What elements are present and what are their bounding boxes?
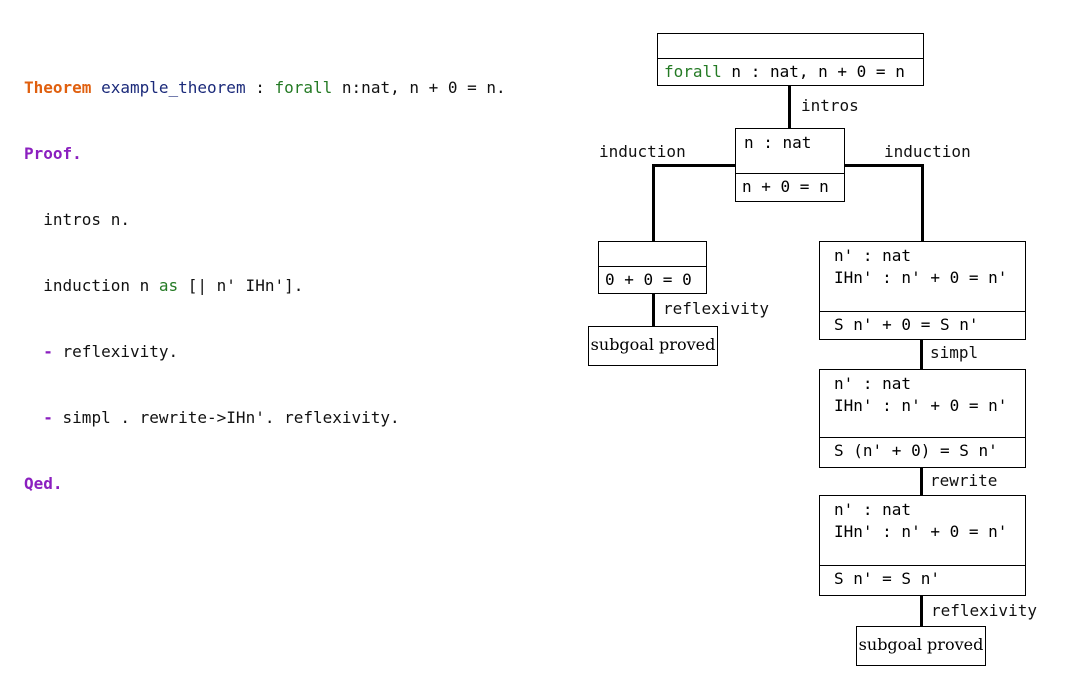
goal-node-step-3: n' : nat IHn' : n' + 0 = n' S n' = S n' [819, 495, 1026, 596]
node-hypotheses: n' : nat IHn' : n' + 0 = n' [820, 370, 1025, 438]
bullet-refl-text: reflexivity. [52, 342, 179, 361]
edge-root-n1 [788, 85, 791, 129]
theorem-keyword: Theorem [24, 78, 92, 97]
tactic-label-induction-left: induction [599, 142, 686, 161]
proof-script: Theorem example_theorem : forall n:nat, … [24, 33, 506, 517]
tactic-label-intros: intros [801, 96, 859, 115]
tactic-label-simpl: simpl [930, 343, 979, 362]
bullet-marker: - [24, 342, 53, 361]
induction-text: induction n [24, 276, 159, 295]
node-goal: forall n : nat, n + 0 = n [658, 59, 923, 83]
goal-node-base: 0 + 0 = 0 [598, 241, 707, 294]
induction-pattern: [| n' IHn']. [178, 276, 304, 295]
proof-keyword: Proof. [24, 144, 82, 163]
theorem-colon: : [245, 78, 275, 97]
proof-line: Proof. [24, 143, 506, 165]
bullet-marker: - [24, 408, 53, 427]
node-hypotheses: n' : nat IHn' : n' + 0 = n' [820, 496, 1025, 566]
tactic-label-rewrite: rewrite [930, 471, 998, 490]
node-goal: 0 + 0 = 0 [605, 270, 692, 289]
goal-node-n1: n : nat n + 0 = n [735, 128, 845, 202]
node-hypotheses [599, 242, 706, 267]
node-hypotheses: n : nat [736, 129, 844, 174]
node-goal: S n' + 0 = S n' [834, 315, 979, 334]
edge-n1-left-v [652, 164, 655, 242]
bullet-line-simpl: - simpl . rewrite->IHn'. reflexivity. [24, 407, 506, 429]
forall-keyword: forall [274, 78, 333, 97]
node-hypotheses [658, 34, 923, 59]
forall-keyword: forall [664, 62, 722, 81]
bullet-simpl-text: simpl . rewrite->IHn'. reflexivity. [52, 408, 400, 427]
goal-text: n : nat, n + 0 = n [721, 62, 905, 81]
node-hypotheses: n' : nat IHn' : n' + 0 = n' [820, 242, 1025, 312]
edge-n1-right-h [844, 164, 924, 167]
induction-line: induction n as [| n' IHn']. [24, 275, 506, 297]
goal-node-step-2: n' : nat IHn' : n' + 0 = n' S (n' + 0) =… [819, 369, 1026, 468]
intros-line: intros n. [24, 210, 130, 229]
node-goal: n + 0 = n [742, 177, 829, 196]
tactic-label-induction-right: induction [884, 142, 971, 161]
edge-s2-s3 [920, 467, 923, 496]
tactic-label-reflexivity-step: reflexivity [931, 601, 1037, 620]
edge-n1-right-v [921, 164, 924, 242]
as-keyword: as [158, 276, 179, 295]
subgoal-proved-step: subgoal proved [856, 626, 986, 666]
qed-line: Qed. [24, 473, 506, 495]
goal-node-step-1: n' : nat IHn' : n' + 0 = n' S n' + 0 = S… [819, 241, 1026, 340]
node-goal: S (n' + 0) = S n' [834, 441, 998, 460]
edge-base-done [652, 293, 655, 327]
theorem-name: example_theorem [101, 78, 246, 97]
edge-n1-left-h [652, 164, 736, 167]
theorem-line: Theorem example_theorem : forall n:nat, … [24, 77, 506, 99]
bullet-line-refl: - reflexivity. [24, 341, 506, 363]
theorem-statement: n:nat, n + 0 = n. [332, 78, 506, 97]
subgoal-proved-base: subgoal proved [588, 326, 718, 366]
qed-keyword: Qed. [24, 474, 63, 493]
edge-s1-s2 [920, 339, 923, 370]
edge-s3-done [920, 595, 923, 627]
tactic-label-reflexivity-base: reflexivity [663, 299, 769, 318]
node-goal: S n' = S n' [834, 569, 940, 588]
goal-node-root: forall n : nat, n + 0 = n [657, 33, 924, 86]
